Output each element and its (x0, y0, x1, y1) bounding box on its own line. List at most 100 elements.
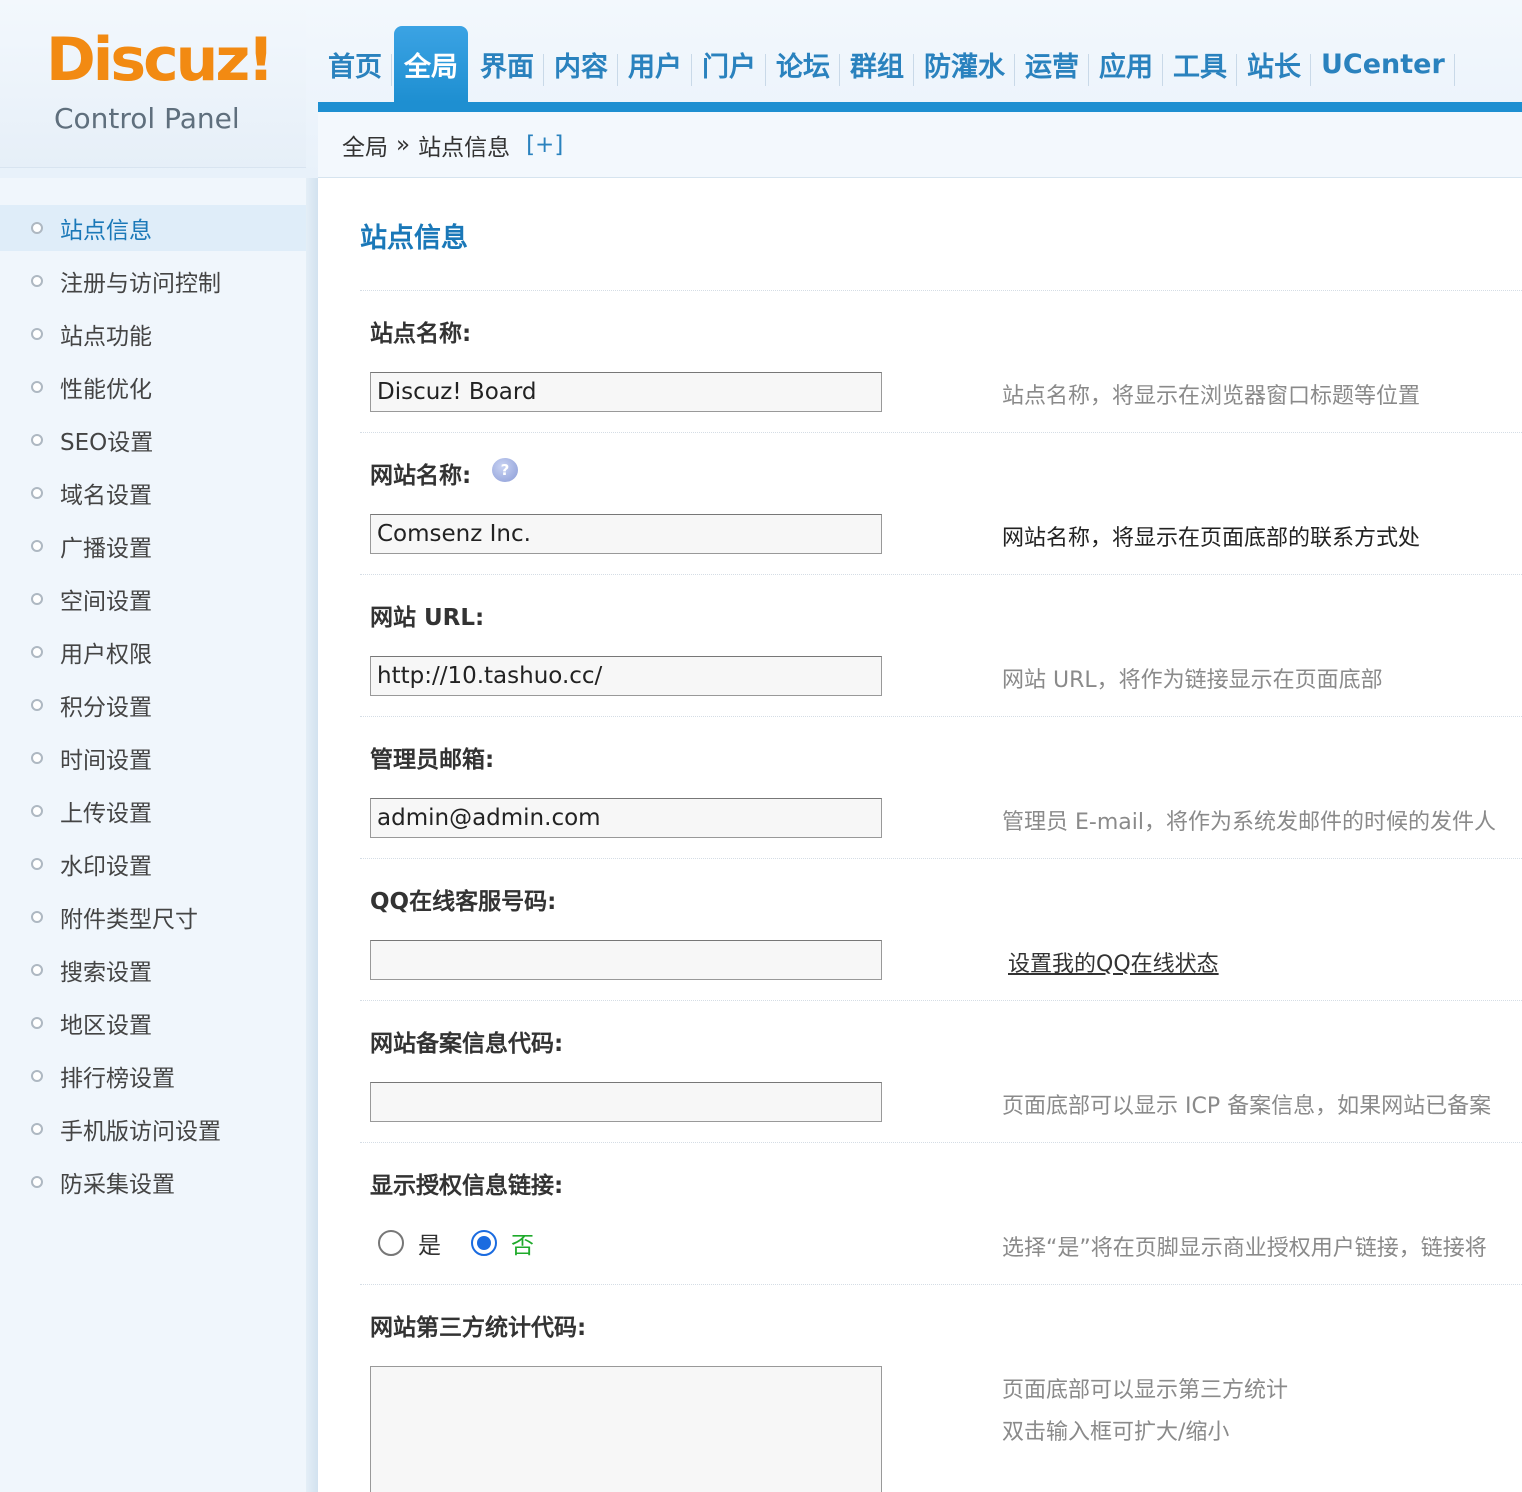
license-no-radio[interactable] (471, 1230, 497, 1256)
header: Discuz! Control Panel 首页 全局 界面 内容 用户 门户 … (0, 0, 1522, 178)
nav-forum[interactable]: 论坛 (766, 26, 840, 102)
qq-status-link[interactable]: 设置我的QQ在线状态 (1008, 946, 1219, 978)
nav-ucenter[interactable]: UCenter (1311, 26, 1455, 102)
circle-bullet-icon (31, 275, 43, 287)
main-content: 站点信息 站点名称: 站点名称，将显示在浏览器窗口标题等位置 网站名称: ? 网… (318, 178, 1522, 1492)
breadcrumb-current: 站点信息 (418, 134, 511, 161)
stat-code-textarea[interactable] (370, 1366, 882, 1492)
nav-antispam[interactable]: 防灌水 (914, 26, 1015, 102)
license-link-tip: 选择“是”将在页脚显示商业授权用户链接，链接将 (1002, 1236, 1487, 1261)
circle-bullet-icon (31, 1017, 43, 1029)
nav-tools[interactable]: 工具 (1163, 26, 1237, 102)
admin-email-tip: 管理员 E-mail，将作为系统发邮件的时候的发件人 (1002, 810, 1496, 835)
web-name-input[interactable] (370, 514, 882, 554)
circle-bullet-icon (31, 805, 43, 817)
nav-apps[interactable]: 应用 (1089, 26, 1163, 102)
circle-bullet-icon (31, 699, 43, 711)
license-link-label: 显示授权信息链接: (370, 1173, 564, 1199)
circle-bullet-icon (31, 328, 43, 340)
license-yes-radio[interactable] (378, 1230, 404, 1256)
sidebar-item-watermark[interactable]: 水印设置 (0, 841, 306, 887)
icp-tip: 页面底部可以显示 ICP 备案信息，如果网站已备案 (1002, 1094, 1492, 1119)
question-icon[interactable]: ? (492, 458, 518, 482)
web-name-tip: 网站名称，将显示在页面底部的联系方式处 (1002, 526, 1421, 551)
site-name-input[interactable] (370, 372, 882, 412)
breadcrumb-parent[interactable]: 全局 (342, 128, 388, 162)
site-url-label: 网站 URL: (370, 605, 485, 631)
circle-bullet-icon (31, 1123, 43, 1135)
circle-bullet-icon (31, 1070, 43, 1082)
sidebar-item-site-functions[interactable]: 站点功能 (0, 311, 306, 357)
breadcrumb-separator: » (396, 131, 411, 158)
sidebar-item-mobile[interactable]: 手机版访问设置 (0, 1106, 306, 1152)
sidebar-item-credits[interactable]: 积分设置 (0, 682, 306, 728)
breadcrumb: 全局 » 站点信息 [+] (318, 112, 1522, 178)
logo-wordmark: Discuz! (46, 25, 275, 95)
sidebar-item-upload[interactable]: 上传设置 (0, 788, 306, 834)
circle-bullet-icon (31, 646, 43, 658)
nav-webmaster[interactable]: 站长 (1237, 26, 1311, 102)
row-divider (360, 1142, 1522, 1143)
sidebar-item-broadcast[interactable]: 广播设置 (0, 523, 306, 569)
nav-operations[interactable]: 运营 (1015, 26, 1089, 102)
admin-email-input[interactable] (370, 798, 882, 838)
sidebar-item-site-info[interactable]: 站点信息 (0, 205, 306, 251)
nav-groups[interactable]: 群组 (840, 26, 914, 102)
stat-code-label: 网站第三方统计代码: (370, 1315, 587, 1341)
circle-bullet-icon (31, 540, 43, 552)
circle-bullet-icon (31, 752, 43, 764)
license-yes-label[interactable]: 是 (418, 1226, 441, 1260)
sidebar-item-performance[interactable]: 性能优化 (0, 364, 306, 410)
circle-bullet-icon (31, 222, 43, 234)
sidebar-item-attachment-types[interactable]: 附件类型尺寸 (0, 894, 306, 940)
row-divider (360, 1284, 1522, 1285)
circle-bullet-icon (31, 593, 43, 605)
sidebar-item-seo[interactable]: SEO设置 (0, 417, 306, 463)
circle-bullet-icon (31, 381, 43, 393)
nav-portal[interactable]: 门户 (692, 26, 766, 102)
sidebar-item-user-permissions[interactable]: 用户权限 (0, 629, 306, 675)
icp-input[interactable] (370, 1082, 882, 1122)
site-url-input[interactable] (370, 656, 882, 696)
nav-underline (318, 102, 1522, 112)
sidebar-item-registration[interactable]: 注册与访问控制 (0, 258, 306, 304)
circle-bullet-icon (31, 964, 43, 976)
sidebar-item-search[interactable]: 搜索设置 (0, 947, 306, 993)
site-name-label: 站点名称: (370, 321, 472, 347)
icp-label: 网站备案信息代码: (370, 1031, 564, 1057)
sidebar-item-time[interactable]: 时间设置 (0, 735, 306, 781)
sidebar-item-domain[interactable]: 域名设置 (0, 470, 306, 516)
circle-bullet-icon (31, 911, 43, 923)
row-divider (360, 574, 1522, 575)
nav-content[interactable]: 内容 (544, 26, 618, 102)
row-divider (360, 1000, 1522, 1001)
page-title: 站点信息 (360, 223, 468, 254)
stat-code-tip: 页面底部可以显示第三方统计 (1002, 1378, 1289, 1403)
nav-interface[interactable]: 界面 (470, 26, 544, 102)
sidebar-item-region[interactable]: 地区设置 (0, 1000, 306, 1046)
qq-input[interactable] (370, 940, 882, 980)
site-name-tip: 站点名称，将显示在浏览器窗口标题等位置 (1002, 384, 1421, 409)
logo-subtitle: Control Panel (54, 102, 240, 135)
sidebar-divider (306, 178, 318, 1492)
stat-code-hint: 双击输入框可扩大/缩小 (1002, 1420, 1230, 1445)
nav-home[interactable]: 首页 (318, 26, 392, 102)
sidebar-item-space[interactable]: 空间设置 (0, 576, 306, 622)
circle-bullet-icon (31, 487, 43, 499)
logo[interactable]: Discuz! Control Panel (0, 0, 306, 168)
breadcrumb-add-shortcut[interactable]: [+] (526, 132, 563, 158)
license-link-radio-group: 是 否 (378, 1226, 564, 1260)
circle-bullet-icon (31, 434, 43, 446)
sidebar: 站点信息 注册与访问控制 站点功能 性能优化 SEO设置 域名设置 广播设置 空… (0, 178, 306, 1492)
sidebar-item-ranking[interactable]: 排行榜设置 (0, 1053, 306, 1099)
circle-bullet-icon (31, 858, 43, 870)
nav-global[interactable]: 全局 (394, 26, 468, 102)
license-no-label[interactable]: 否 (511, 1226, 534, 1260)
nav-users[interactable]: 用户 (618, 26, 692, 102)
row-divider (360, 858, 1522, 859)
row-divider (360, 290, 1522, 291)
top-navigation: 首页 全局 界面 内容 用户 门户 论坛 群组 防灌水 运营 应用 工具 站长 … (318, 26, 1522, 112)
qq-label: QQ在线客服号码: (370, 889, 557, 915)
sidebar-item-anti-scraping[interactable]: 防采集设置 (0, 1159, 306, 1205)
circle-bullet-icon (31, 1176, 43, 1188)
